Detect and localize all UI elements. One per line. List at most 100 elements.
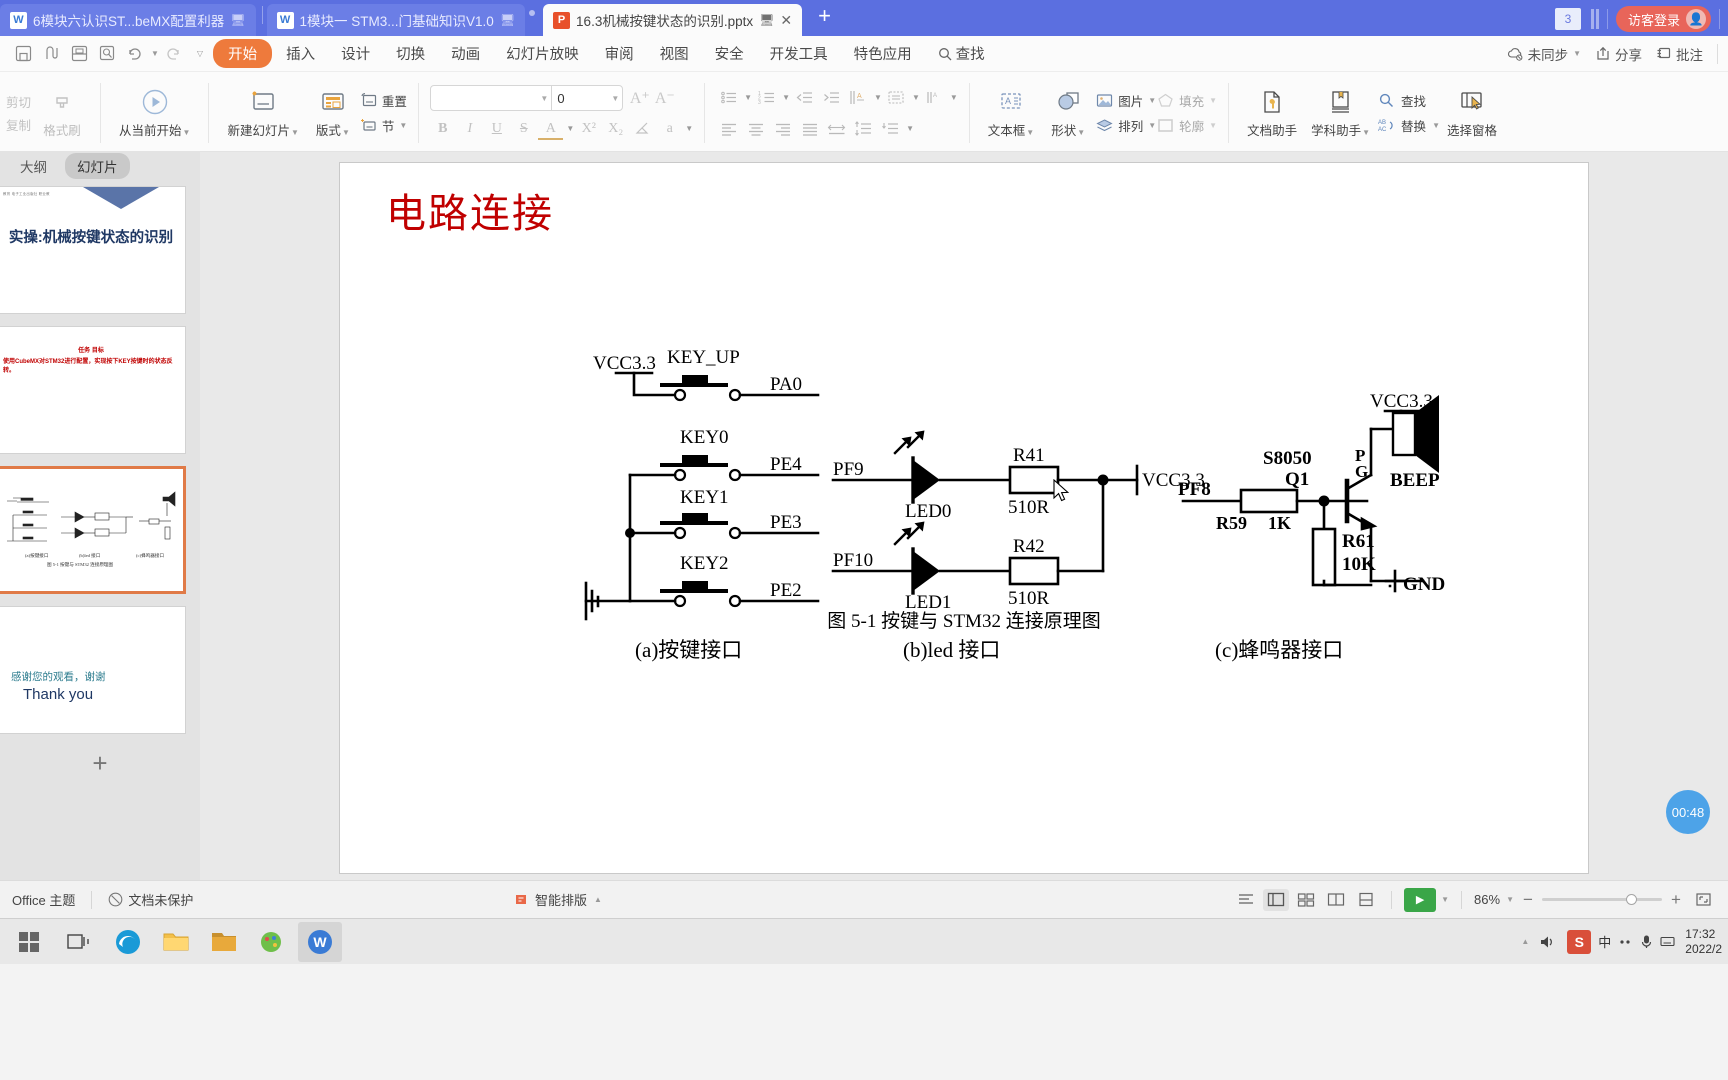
bullet-caret[interactable]: ▼: [744, 93, 752, 102]
section-button[interactable]: 节 ▼: [360, 116, 407, 135]
wps-writer-icon[interactable]: W: [298, 921, 342, 962]
line-spacing-icon[interactable]: [851, 116, 876, 141]
char-spacing-icon[interactable]: [878, 116, 903, 141]
align-text-caret[interactable]: ▼: [912, 93, 920, 102]
zoom-slider[interactable]: [1542, 894, 1662, 905]
circuit-diagram[interactable]: VCC3.3 KEY_UP KEY0 KEY1 KEY2 PA0 PE4 PE3…: [340, 253, 1589, 773]
text-direction-caret[interactable]: ▼: [874, 93, 882, 102]
start-icon[interactable]: [6, 921, 52, 963]
line-spacing-caret[interactable]: ▼: [906, 124, 914, 133]
tab-count-badge[interactable]: 3: [1554, 8, 1581, 30]
slide-thumbnail[interactable]: 任务 目标 使用CubeMX对STM32进行配置，实现按下KEY按键时的状态反转…: [0, 326, 186, 454]
textbox-button[interactable]: A 文本框▼: [981, 85, 1041, 141]
slide-thumbnail-list[interactable]: 教育 电子工业出版社 职业教 实操:机械按键状态的识别 任务 目标 使用Cube…: [0, 180, 200, 880]
grow-font-button[interactable]: A⁺: [627, 86, 652, 111]
tab-insert[interactable]: 插入: [274, 39, 327, 68]
view-slide-sorter-button[interactable]: [1293, 889, 1319, 911]
font-name-caret[interactable]: ▼: [537, 94, 551, 103]
align-center-icon[interactable]: [743, 116, 768, 141]
sync-status-button[interactable]: 未同步 ▼: [1507, 44, 1581, 64]
view-notes-page-button[interactable]: [1353, 889, 1379, 911]
chevron-down-icon[interactable]: ▼: [399, 121, 407, 130]
tab-slideshow[interactable]: 幻灯片放映: [494, 39, 591, 68]
new-slide-button[interactable]: 新建幻灯片▼: [220, 85, 305, 141]
close-icon[interactable]: ✕: [780, 12, 792, 29]
tab-featured-apps[interactable]: 特色应用: [842, 39, 924, 68]
slide-thumbnail[interactable]: 教育 电子工业出版社 职业教 实操:机械按键状态的识别: [0, 186, 186, 314]
document-tab-3[interactable]: P 16.3机械按键状态的识别.pptx 🖥 ✕: [543, 4, 803, 36]
zoom-in-button[interactable]: +: [1666, 890, 1686, 910]
char-shading-button[interactable]: a: [657, 116, 682, 141]
tab-monitor-icon[interactable]: 🖥: [500, 13, 515, 27]
fit-to-window-button[interactable]: [1690, 889, 1716, 911]
customize-icon[interactable]: ▽: [197, 49, 203, 58]
arrange-button[interactable]: 排列 ▼: [1095, 116, 1156, 135]
folder-icon[interactable]: [202, 922, 246, 962]
chevron-down-icon[interactable]: ▼: [1573, 49, 1581, 58]
tray-expand-icon[interactable]: ▲: [1521, 937, 1529, 946]
selection-pane-button[interactable]: 选择窗格: [1440, 85, 1504, 141]
doc-assistant-button[interactable]: 文档助手: [1240, 85, 1304, 141]
play-caret[interactable]: ▼: [1441, 895, 1449, 904]
tab-animation[interactable]: 动画: [439, 39, 492, 68]
view-normal-button[interactable]: [1263, 888, 1290, 911]
numbered-list-icon[interactable]: 123: [754, 85, 779, 110]
shrink-font-button[interactable]: A⁻: [652, 86, 677, 111]
menu-search[interactable]: 查找: [926, 39, 997, 68]
chevron-down-icon[interactable]: ▼: [1148, 121, 1156, 130]
underline-button[interactable]: U: [484, 116, 509, 141]
tab-design[interactable]: 设计: [329, 39, 382, 68]
font-size-caret[interactable]: ▼: [608, 94, 622, 103]
ime-keyboard-icon[interactable]: [1660, 934, 1675, 949]
sidebar-tab-slides[interactable]: 幻灯片: [65, 153, 130, 179]
strikethrough-button[interactable]: S: [511, 116, 536, 141]
view-notes-button[interactable]: [1233, 889, 1259, 911]
ime-indicator[interactable]: S 中: [1567, 929, 1675, 954]
thumbnail-item-2[interactable]: 任务 目标 使用CubeMX对STM32进行配置，实现按下KEY按键时的状态反转…: [0, 320, 200, 460]
save-icon[interactable]: [10, 41, 36, 67]
tab-monitor-icon[interactable]: 🖥: [759, 13, 774, 27]
document-tab-2[interactable]: W 1模块一 STM3...门基础知识V1.0 🖥: [266, 4, 526, 36]
slide-thumbnail-selected[interactable]: (a)按键接口 (b)led 接口 (c)蜂鸣器接口 图 5-1 按键与 STM…: [0, 466, 186, 594]
find-icon[interactable]: [94, 41, 120, 67]
chevron-down-icon[interactable]: ▼: [1432, 121, 1440, 130]
replace-button[interactable]: AB AC 替换 ▼: [1377, 116, 1440, 135]
align-text-icon[interactable]: [884, 85, 909, 110]
chevron-up-icon[interactable]: ▲: [594, 895, 602, 904]
tab-monitor-icon[interactable]: 🖥: [230, 13, 245, 27]
tab-developer[interactable]: 开发工具: [758, 39, 840, 68]
reset-button[interactable]: 重置: [360, 91, 407, 110]
protection-status[interactable]: 文档未保护: [108, 890, 193, 909]
play-slideshow-button[interactable]: ▶: [1404, 887, 1437, 912]
numbering-caret[interactable]: ▼: [782, 93, 790, 102]
font-size-input[interactable]: 0: [552, 86, 608, 110]
text-direction-icon[interactable]: A: [846, 85, 871, 110]
clear-format-icon[interactable]: [630, 116, 655, 141]
ime-lang[interactable]: 中: [1598, 932, 1611, 951]
bullet-list-icon[interactable]: [716, 85, 741, 110]
current-slide[interactable]: 电路连接 VCC3.3 KEY_UP KEY0 KEY1 KEY2 PA0 PE…: [339, 162, 1589, 874]
tab-view[interactable]: 视图: [648, 39, 701, 68]
thumbnail-item-4[interactable]: 感谢您的观看，谢谢 Thank you: [0, 600, 200, 740]
document-tab-1[interactable]: W 6模块六认识ST...beMX配置利器 🖥: [0, 4, 256, 36]
add-slide-button[interactable]: +: [0, 740, 200, 786]
zoom-out-button[interactable]: −: [1518, 890, 1538, 910]
subscript-button[interactable]: X₂: [603, 116, 628, 141]
undo-icon[interactable]: [122, 41, 148, 67]
from-current-button[interactable]: 从当前开始▼: [112, 85, 197, 141]
smart-layout-button[interactable]: 智能排版 ▲: [513, 890, 602, 909]
font-color-button[interactable]: A: [538, 121, 564, 140]
volume-icon[interactable]: [1539, 934, 1557, 950]
tab-security[interactable]: 安全: [703, 39, 756, 68]
new-tab-button[interactable]: +: [804, 3, 845, 31]
bold-button[interactable]: B: [430, 116, 455, 141]
superscript-button[interactable]: X²: [576, 116, 601, 141]
tab-start[interactable]: 开始: [213, 39, 273, 68]
wps-tray-icon[interactable]: S: [1567, 929, 1592, 954]
file-explorer-icon[interactable]: [154, 922, 198, 962]
edge-icon[interactable]: [106, 922, 150, 962]
tab-transition[interactable]: 切换: [384, 39, 437, 68]
find-button[interactable]: 查找: [1377, 91, 1440, 110]
shape-button[interactable]: 形状▼: [1041, 85, 1095, 141]
chevron-down-icon[interactable]: ▼: [1506, 895, 1514, 904]
